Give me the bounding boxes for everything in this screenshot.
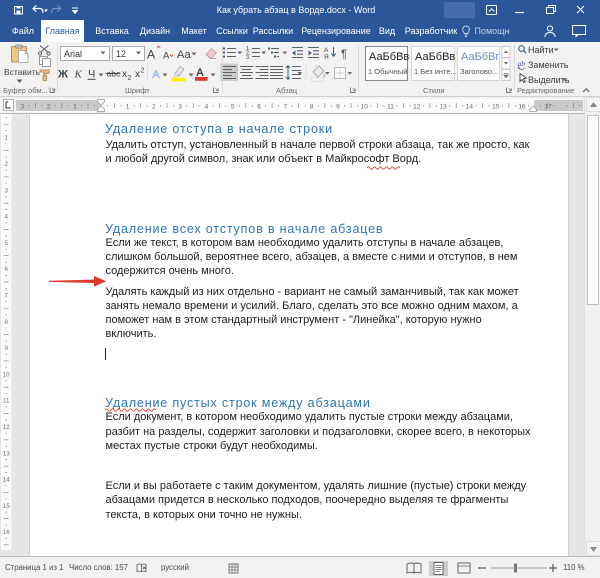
svg-text:16: 16 <box>518 104 526 111</box>
svg-text:2: 2 <box>128 75 132 82</box>
svg-text:6: 6 <box>4 266 8 273</box>
svg-text:3.: 3. <box>246 55 251 61</box>
svg-text:14: 14 <box>3 477 10 484</box>
svg-text:6: 6 <box>257 104 261 111</box>
svg-text:11: 11 <box>387 104 394 111</box>
svg-text:7: 7 <box>283 104 287 111</box>
svg-text:x: x <box>122 69 127 80</box>
svg-text:2: 2 <box>4 161 8 168</box>
svg-text:А: А <box>147 48 155 62</box>
svg-text:15: 15 <box>3 503 10 510</box>
svg-text:12: 12 <box>3 424 10 431</box>
svg-text:Аа: Аа <box>177 49 191 61</box>
svg-text:10: 10 <box>3 371 10 378</box>
svg-text:4: 4 <box>4 214 8 221</box>
svg-text:А: А <box>324 47 329 54</box>
svg-text:7: 7 <box>4 293 8 300</box>
svg-text:9: 9 <box>336 104 340 111</box>
svg-text:¶: ¶ <box>341 49 347 61</box>
svg-text:Ж: Ж <box>57 69 68 81</box>
svg-text:15: 15 <box>492 104 500 111</box>
svg-text:К: К <box>74 69 83 81</box>
svg-text:17: 17 <box>544 104 552 111</box>
svg-text:5: 5 <box>4 240 8 247</box>
svg-text:1: 1 <box>4 135 8 142</box>
svg-text:10: 10 <box>361 104 369 111</box>
svg-text:x: x <box>135 69 140 80</box>
svg-text:13: 13 <box>3 450 10 457</box>
svg-text:13: 13 <box>439 104 447 111</box>
svg-text:Ч: Ч <box>88 69 95 81</box>
svg-text:Я: Я <box>324 54 329 61</box>
svg-text:4: 4 <box>205 104 209 111</box>
svg-text:16: 16 <box>3 529 10 536</box>
svg-text:1: 1 <box>73 104 77 111</box>
svg-text:14: 14 <box>466 104 474 111</box>
svg-text:2: 2 <box>47 104 51 111</box>
svg-text:2: 2 <box>141 68 145 75</box>
svg-text:1: 1 <box>126 104 130 111</box>
svg-text:3: 3 <box>21 104 25 111</box>
svg-text:5: 5 <box>231 104 235 111</box>
svg-text:2: 2 <box>152 104 156 111</box>
svg-text:11: 11 <box>3 398 10 405</box>
svg-text:8: 8 <box>4 319 8 326</box>
svg-text:8: 8 <box>310 104 314 111</box>
svg-text:3: 3 <box>178 104 182 111</box>
svg-text:3: 3 <box>4 187 8 194</box>
svg-text:А: А <box>153 69 160 81</box>
svg-text:9: 9 <box>4 345 8 352</box>
svg-text:12: 12 <box>413 104 421 111</box>
svg-text:А: А <box>163 51 170 62</box>
